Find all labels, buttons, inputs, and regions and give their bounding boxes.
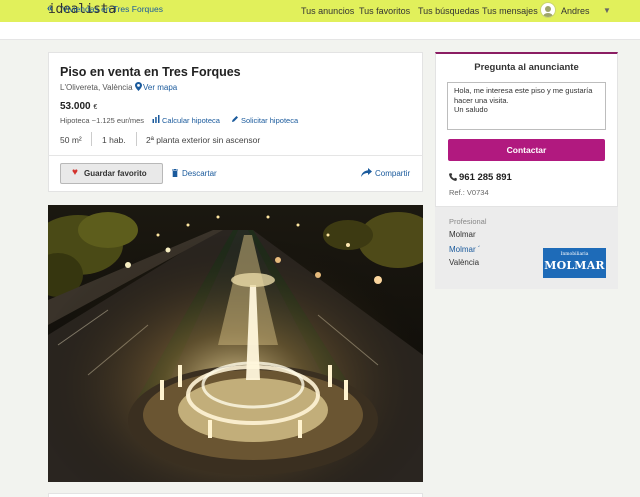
contactar-button[interactable]: Contactar xyxy=(448,139,605,161)
heart-icon[interactable]: ♥ xyxy=(72,167,78,178)
pencil-icon xyxy=(232,116,238,122)
share-icon[interactable] xyxy=(361,168,372,177)
nav-tus-mensajes[interactable]: Tus mensajes xyxy=(482,6,538,16)
message-textarea[interactable]: Hola, me interesa este piso y me gustarí… xyxy=(447,82,606,130)
agency-logo[interactable]: Inmobiliaria MOLMAR xyxy=(543,248,606,278)
listing-reference: Ref.: V0734 xyxy=(449,188,489,197)
listing-photo[interactable] xyxy=(48,205,423,482)
calcular-hipoteca-link[interactable]: Calcular hipoteca xyxy=(162,116,220,125)
feature-area: 50 m² xyxy=(60,135,82,145)
divider xyxy=(48,155,423,156)
agency-logo-name: MOLMAR xyxy=(544,259,605,272)
compartir-link[interactable]: Compartir xyxy=(375,169,410,178)
chevron-down-icon[interactable]: ▼ xyxy=(603,6,611,15)
avatar[interactable] xyxy=(540,2,556,18)
listing-price: 53.000 € xyxy=(60,101,98,112)
descartar-link[interactable]: Descartar xyxy=(182,169,217,178)
phone-number[interactable]: 961 285 891 xyxy=(459,172,512,183)
breadcrumb xyxy=(0,22,640,40)
contact-title: Pregunta al anunciante xyxy=(474,62,579,73)
ver-mapa-link[interactable]: Ver mapa xyxy=(143,83,177,92)
back-arrow-icon[interactable]: « xyxy=(47,3,53,14)
listing-location: L'Olivereta, València xyxy=(60,83,133,92)
trash-icon[interactable] xyxy=(172,169,178,177)
chart-icon xyxy=(152,115,160,123)
advertiser-link[interactable]: Molmar ´ xyxy=(449,245,481,254)
next-section-card xyxy=(48,493,423,497)
professional-label: Profesional xyxy=(449,217,487,226)
map-pin-icon[interactable] xyxy=(135,82,142,91)
nav-tus-favoritos[interactable]: Tus favoritos xyxy=(359,6,410,16)
feature-divider xyxy=(91,132,92,146)
mortgage-estimate: Hipoteca ~1.125 eur/mes xyxy=(60,116,145,125)
professional-name: Molmar xyxy=(449,230,476,239)
advertiser-city: València xyxy=(449,258,480,267)
breadcrumb-link[interactable]: Viviendas en Tres Forques xyxy=(62,4,163,14)
feature-floor: 2ª planta exterior sin ascensor xyxy=(146,135,261,145)
user-name[interactable]: Andres xyxy=(561,6,590,16)
phone-icon xyxy=(449,173,457,181)
solicitar-hipoteca-link[interactable]: Solicitar hipoteca xyxy=(241,116,298,125)
guardar-favorito-label[interactable]: Guardar favorito xyxy=(84,169,147,178)
nav-tus-busquedas[interactable]: Tus búsquedas xyxy=(418,6,479,16)
fountain-night-photo xyxy=(48,205,423,482)
feature-rooms: 1 hab. xyxy=(102,135,126,145)
feature-divider xyxy=(136,132,137,146)
nav-tus-anuncios[interactable]: Tus anuncios xyxy=(301,6,354,16)
agency-logo-subtitle: Inmobiliaria xyxy=(560,252,589,257)
page-title: Piso en venta en Tres Forques xyxy=(60,65,241,79)
